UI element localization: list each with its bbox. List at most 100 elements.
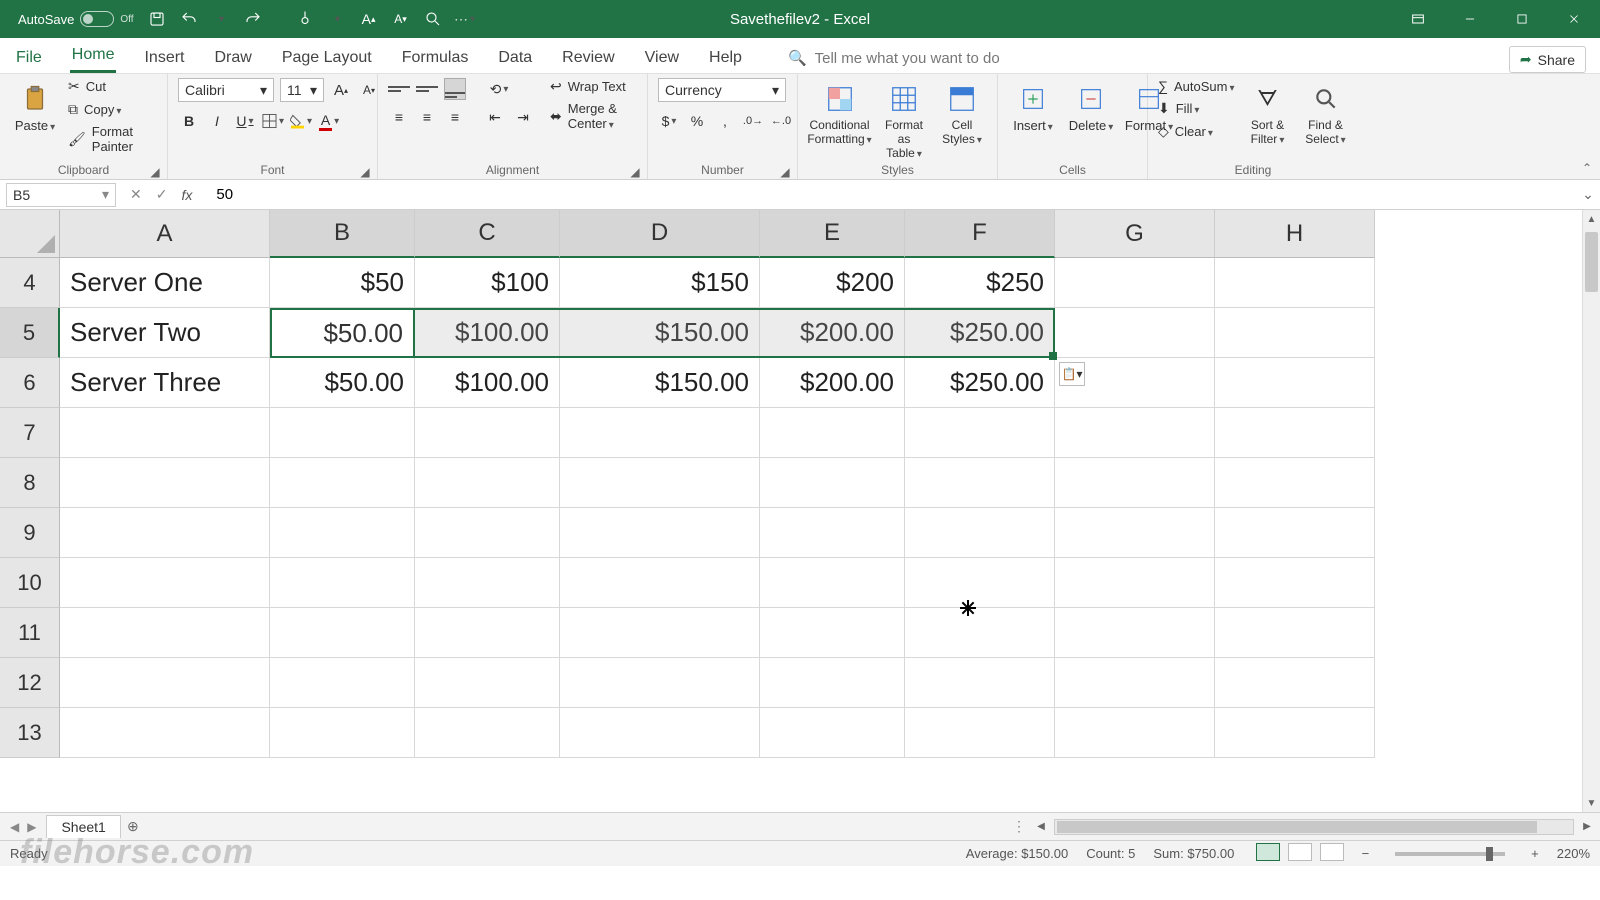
cell-C6[interactable]: $100.00 (415, 358, 560, 408)
row-header-13[interactable]: 13 (0, 708, 60, 758)
share-button[interactable]: ➦ Share (1509, 46, 1586, 73)
launcher-icon[interactable]: ◢ (359, 165, 371, 177)
cell-A5[interactable]: Server Two (60, 308, 270, 358)
cell-C9[interactable] (415, 508, 560, 558)
comma-icon[interactable]: , (714, 110, 736, 132)
cell-F7[interactable] (905, 408, 1055, 458)
cell-C11[interactable] (415, 608, 560, 658)
zoom-out-icon[interactable]: − (1362, 846, 1370, 861)
cell-E4[interactable]: $200 (760, 258, 905, 308)
cell-H9[interactable] (1215, 508, 1375, 558)
conditional-formatting-button[interactable]: Conditional Formatting (808, 78, 871, 146)
qat-customize-icon[interactable]: ⋯ (456, 10, 474, 28)
cell-A7[interactable] (60, 408, 270, 458)
normal-view-icon[interactable] (1256, 843, 1280, 861)
cell-E12[interactable] (760, 658, 905, 708)
cell-G13[interactable] (1055, 708, 1215, 758)
cell-E6[interactable]: $200.00 (760, 358, 905, 408)
borders-icon[interactable] (262, 110, 284, 132)
cell-H6[interactable] (1215, 358, 1375, 408)
name-box[interactable]: B5▾ (6, 183, 116, 207)
column-header-A[interactable]: A (60, 210, 270, 258)
tab-formulas[interactable]: Formulas (400, 43, 471, 73)
insert-cells-button[interactable]: Insert (1008, 78, 1058, 133)
cell-B6[interactable]: $50.00 (270, 358, 415, 408)
page-break-view-icon[interactable] (1320, 843, 1344, 861)
autosum-button[interactable]: ∑AutoSum (1158, 78, 1235, 94)
cell-styles-button[interactable]: Cell Styles (937, 78, 987, 146)
touch-dropdown-icon[interactable] (328, 10, 346, 28)
row-header-10[interactable]: 10 (0, 558, 60, 608)
close-icon[interactable] (1548, 0, 1600, 38)
merge-center-button[interactable]: ⬌Merge & Center (550, 101, 637, 131)
cell-F12[interactable] (905, 658, 1055, 708)
tab-home[interactable]: Home (70, 40, 117, 73)
cell-E8[interactable] (760, 458, 905, 508)
fill-button[interactable]: ⬇Fill (1158, 100, 1235, 117)
sheet-tab-1[interactable]: Sheet1 (46, 815, 120, 838)
launcher-icon[interactable]: ◢ (779, 165, 791, 177)
cell-F8[interactable] (905, 458, 1055, 508)
column-header-D[interactable]: D (560, 210, 760, 258)
cell-D4[interactable]: $150 (560, 258, 760, 308)
column-header-G[interactable]: G (1055, 210, 1215, 258)
align-top-icon[interactable] (388, 78, 410, 100)
scroll-down-icon[interactable]: ▼ (1583, 794, 1600, 812)
cell-D6[interactable]: $150.00 (560, 358, 760, 408)
delete-cells-button[interactable]: Delete (1066, 78, 1116, 133)
increase-indent-icon[interactable]: ⇥ (512, 106, 534, 128)
paste-button[interactable]: Paste (10, 78, 60, 133)
cell-B11[interactable] (270, 608, 415, 658)
tab-review[interactable]: Review (560, 43, 616, 73)
align-middle-icon[interactable] (416, 78, 438, 100)
formula-input[interactable] (206, 183, 1576, 207)
row-header-11[interactable]: 11 (0, 608, 60, 658)
paste-options-button[interactable]: 📋▾ (1059, 362, 1085, 386)
cell-F6[interactable]: $250.00 (905, 358, 1055, 408)
italic-button[interactable]: I (206, 110, 228, 132)
cell-E11[interactable] (760, 608, 905, 658)
row-header-5[interactable]: 5 (0, 308, 60, 358)
cell-B12[interactable] (270, 658, 415, 708)
wrap-text-button[interactable]: ↩Wrap Text (550, 78, 637, 95)
cell-E5[interactable]: $200.00 (760, 308, 905, 358)
launcher-icon[interactable]: ◢ (149, 165, 161, 177)
cell-C8[interactable] (415, 458, 560, 508)
row-header-6[interactable]: 6 (0, 358, 60, 408)
cell-H5[interactable] (1215, 308, 1375, 358)
align-bottom-icon[interactable] (444, 78, 466, 100)
cell-A6[interactable]: Server Three (60, 358, 270, 408)
cell-C10[interactable] (415, 558, 560, 608)
cell-B5[interactable]: $50.00 (270, 308, 415, 358)
cell-F13[interactable] (905, 708, 1055, 758)
row-header-12[interactable]: 12 (0, 658, 60, 708)
tab-insert[interactable]: Insert (142, 43, 186, 73)
cell-B13[interactable] (270, 708, 415, 758)
new-sheet-button[interactable]: ⊕ (121, 818, 145, 835)
cell-G5[interactable] (1055, 308, 1215, 358)
decrease-decimal-icon[interactable]: ←.0 (770, 110, 792, 132)
cell-D11[interactable] (560, 608, 760, 658)
cell-G8[interactable] (1055, 458, 1215, 508)
cell-D8[interactable] (560, 458, 760, 508)
scroll-up-icon[interactable]: ▲ (1583, 210, 1600, 228)
cell-H13[interactable] (1215, 708, 1375, 758)
cell-D12[interactable] (560, 658, 760, 708)
cell-E13[interactable] (760, 708, 905, 758)
zoom-level[interactable]: 220% (1557, 846, 1590, 861)
cell-F4[interactable]: $250 (905, 258, 1055, 308)
sheet-nav-next-icon[interactable]: ▶ (27, 820, 36, 834)
cell-B7[interactable] (270, 408, 415, 458)
cell-D10[interactable] (560, 558, 760, 608)
cell-G7[interactable] (1055, 408, 1215, 458)
cell-A11[interactable] (60, 608, 270, 658)
cell-C7[interactable] (415, 408, 560, 458)
cell-G12[interactable] (1055, 658, 1215, 708)
cell-D5[interactable]: $150.00 (560, 308, 760, 358)
cell-F10[interactable] (905, 558, 1055, 608)
fill-color-icon[interactable] (290, 110, 312, 132)
cell-C12[interactable] (415, 658, 560, 708)
row-header-9[interactable]: 9 (0, 508, 60, 558)
cell-D9[interactable] (560, 508, 760, 558)
cell-D13[interactable] (560, 708, 760, 758)
